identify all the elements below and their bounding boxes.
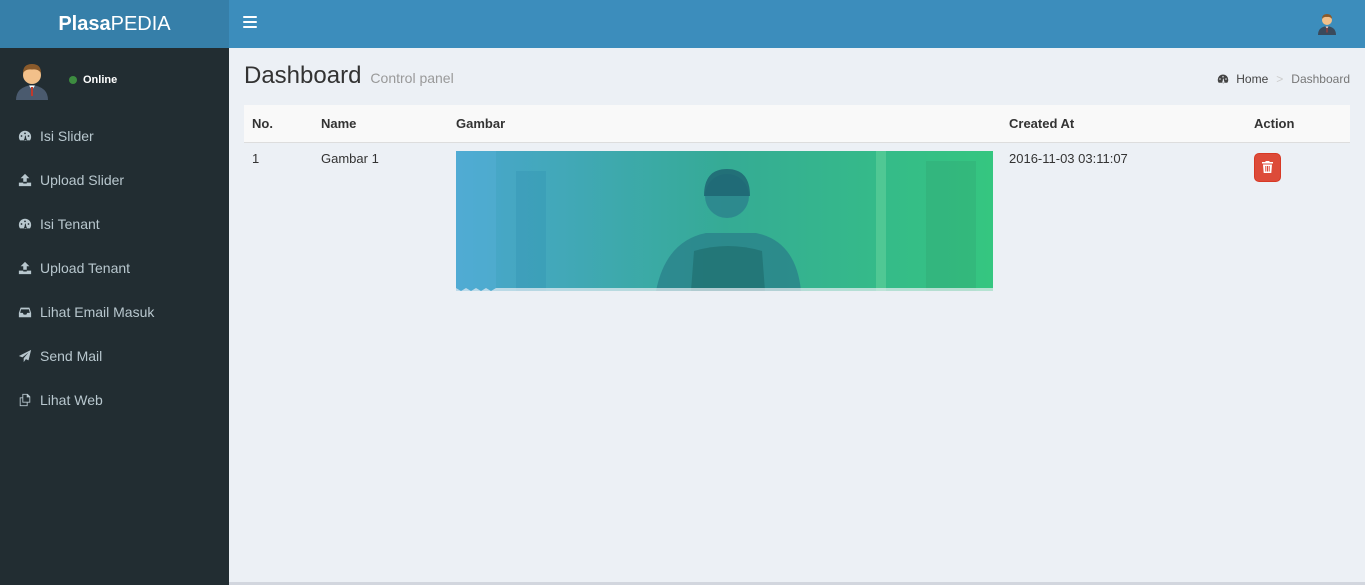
slider-table: No. Name Gambar Created At Action 1 Gamb… (244, 105, 1350, 299)
breadcrumb-home-link[interactable]: Home (1236, 72, 1268, 86)
breadcrumb-current: Dashboard (1291, 72, 1350, 86)
sidebar-item-lihat-email-masuk[interactable]: Lihat Email Masuk (0, 290, 229, 334)
brand-logo[interactable]: Plasa PEDIA (0, 0, 229, 48)
dashboard-icon (17, 217, 32, 232)
column-header: Name (313, 105, 448, 143)
inbox-icon (17, 305, 32, 320)
row-image-cell (448, 142, 1001, 299)
sidebar-menu: Isi Slider Upload Slider Isi Tenant Uplo… (0, 114, 229, 422)
sidebar-item-lihat-web[interactable]: Lihat Web (0, 378, 229, 422)
dashboard-icon (1218, 74, 1229, 84)
sidebar-item-isi-slider[interactable]: Isi Slider (0, 114, 229, 158)
column-header: Gambar (448, 105, 1001, 143)
row-name: Gambar 1 (321, 150, 379, 166)
upload-icon (17, 261, 32, 276)
breadcrumb: Home > Dashboard (1217, 72, 1350, 86)
brand-light: PEDIA (110, 12, 171, 35)
table-header-row: No. Name Gambar Created At Action (244, 105, 1350, 143)
upload-icon (17, 173, 32, 188)
page-subtitle: Control panel (370, 70, 454, 86)
dashboard-icon (17, 129, 32, 144)
sidebar-item-upload-tenant[interactable]: Upload Tenant (0, 246, 229, 290)
sidebar-item-label: Lihat Email Masuk (40, 304, 155, 320)
brand-bold: Plasa (58, 12, 111, 35)
delete-button[interactable] (1254, 152, 1281, 182)
table-row: 1 Gambar 1 2016-11-03 03:11:07 (244, 142, 1350, 299)
column-header: No. (244, 105, 313, 143)
sidebar-item-label: Upload Slider (40, 172, 125, 188)
sidebar-item-label: Lihat Web (40, 392, 103, 408)
top-navbar (229, 0, 1365, 48)
sidebar-item-label: Send Mail (40, 348, 103, 364)
online-status: Online (69, 74, 117, 86)
user-panel: Online (0, 48, 229, 114)
column-header: Created At (1001, 105, 1246, 143)
sidebar-item-upload-slider[interactable]: Upload Slider (0, 158, 229, 202)
breadcrumb-separator: > (1276, 72, 1284, 86)
online-dot-icon (69, 76, 77, 84)
content-header: Dashboard Control panel (244, 62, 454, 90)
paper-plane-icon (17, 349, 32, 364)
trash-icon (1262, 161, 1273, 173)
column-header: Action (1246, 105, 1350, 143)
sidebar-item-isi-tenant[interactable]: Isi Tenant (0, 202, 229, 246)
slider-image (456, 150, 993, 291)
page-title: Dashboard (244, 62, 362, 89)
user-avatar-icon (16, 64, 48, 100)
sidebar-item-label: Isi Tenant (40, 216, 100, 232)
sidebar-toggle-icon[interactable] (243, 16, 257, 30)
row-created-at: 2016-11-03 03:11:07 (1009, 150, 1128, 166)
sidebar: Online Isi Slider Upload Slider Isi Tena… (0, 48, 229, 585)
user-avatar-icon[interactable] (1315, 11, 1339, 35)
row-action-cell (1246, 142, 1350, 299)
row-number: 1 (252, 150, 260, 166)
online-label: Online (83, 74, 118, 86)
sidebar-item-label: Isi Slider (40, 128, 94, 144)
sidebar-item-label: Upload Tenant (40, 260, 131, 276)
copy-icon (17, 393, 32, 408)
sidebar-item-send-mail[interactable]: Send Mail (0, 334, 229, 378)
